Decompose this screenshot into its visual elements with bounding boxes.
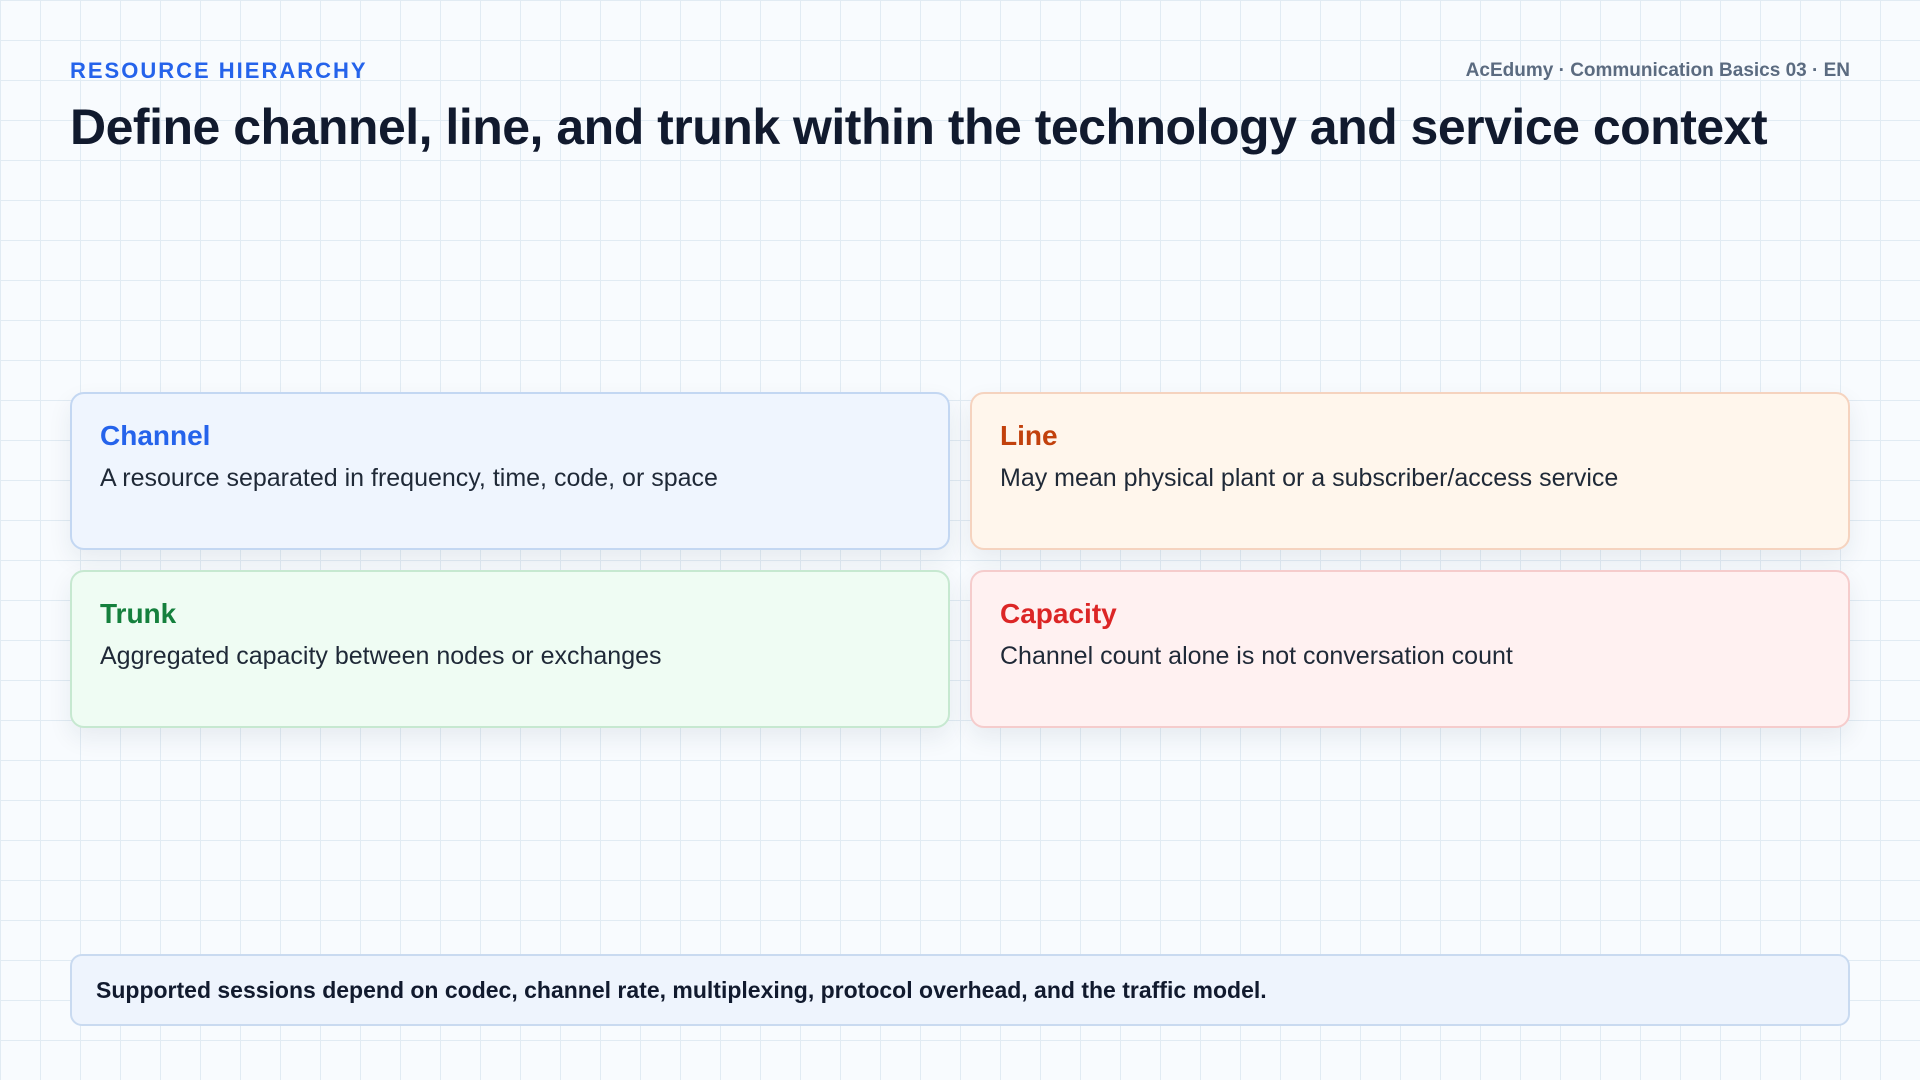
section-eyebrow: RESOURCE HIERARCHY: [70, 58, 368, 83]
card-title: Channel: [100, 420, 211, 451]
card-description: Aggregated capacity between nodes or exc…: [100, 642, 662, 670]
card-description: May mean physical plant or a subscriber/…: [1000, 464, 1619, 492]
slide: RESOURCE HIERARCHY AcEdumy · Communicati…: [0, 0, 1920, 1080]
card-description: A resource separated in frequency, time,…: [100, 464, 718, 492]
card-title: Line: [1000, 420, 1058, 451]
card-line: Line May mean physical plant or a subscr…: [970, 392, 1850, 550]
card-channel: Channel A resource separated in frequenc…: [70, 392, 950, 550]
card-title: Trunk: [100, 598, 177, 629]
course-tag: AcEdumy · Communication Basics 03 · EN: [1465, 60, 1850, 81]
footer-note: Supported sessions depend on codec, chan…: [70, 954, 1850, 1026]
page-title: Define channel, line, and trunk within t…: [70, 99, 1768, 155]
card-trunk: Trunk Aggregated capacity between nodes …: [70, 570, 950, 728]
card-title: Capacity: [1000, 598, 1117, 629]
card-capacity: Capacity Channel count alone is not conv…: [970, 570, 1850, 728]
card-description: Channel count alone is not conversation …: [1000, 642, 1513, 670]
card-grid: Channel A resource separated in frequenc…: [70, 392, 1850, 728]
